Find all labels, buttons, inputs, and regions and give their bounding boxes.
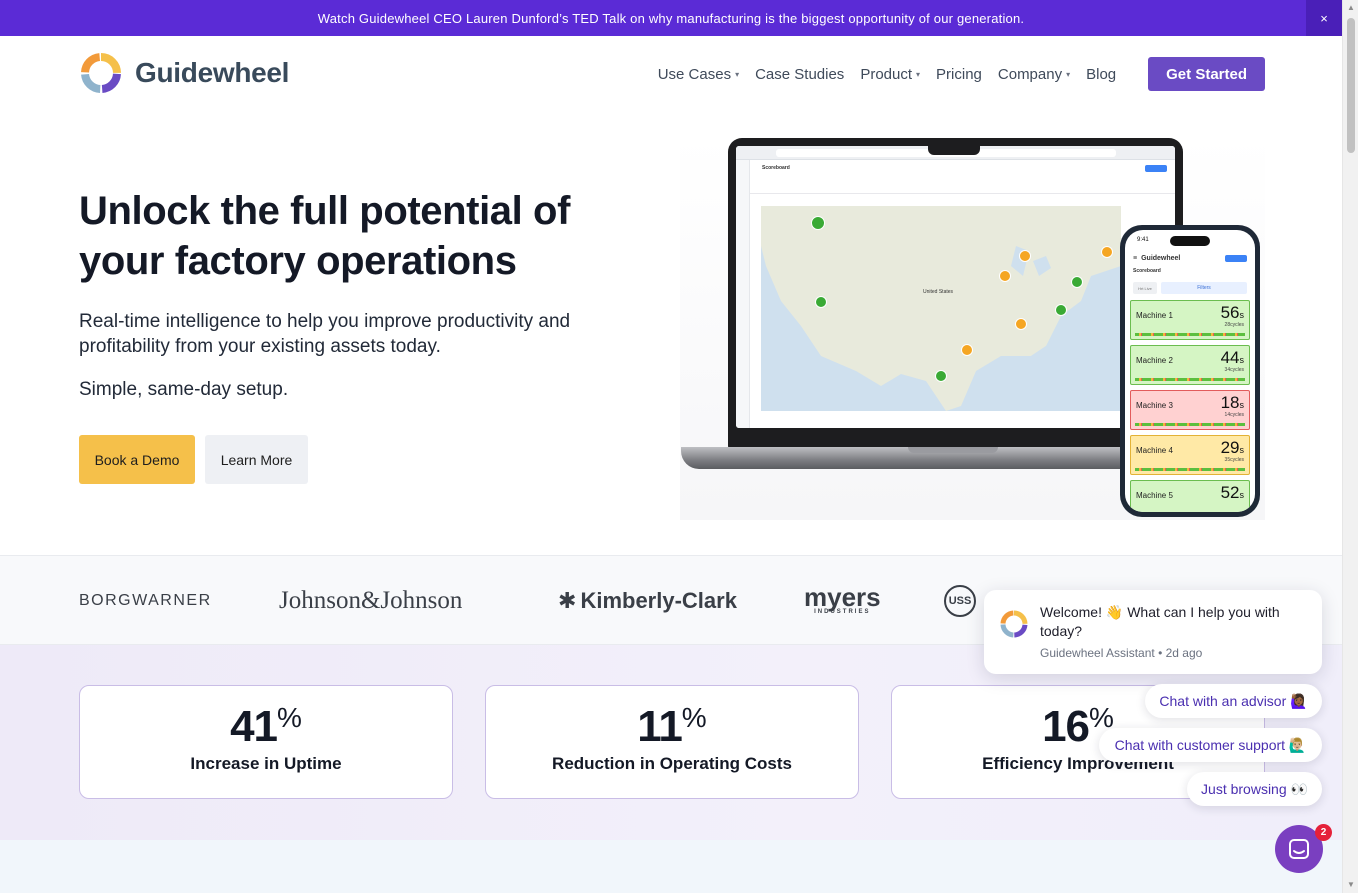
phone-filter-row: Hrt Live Filters <box>1133 282 1247 294</box>
phone-app-name: Guidewheel <box>1141 254 1181 262</box>
hero-subtitle: Real-time intelligence to help you impro… <box>79 311 571 357</box>
stat-card: 41% Increase in Uptime <box>79 685 453 799</box>
machine-name: Machine 2 <box>1136 356 1173 365</box>
nav-label: Use Cases <box>657 65 732 83</box>
stat-label: Increase in Uptime <box>190 754 342 773</box>
nav-use-cases[interactable]: Use Cases ▾ <box>658 66 739 83</box>
announcement-bar[interactable]: Watch Guidewheel CEO Lauren Dunford’s TE… <box>0 0 1342 36</box>
chat-option-advisor[interactable]: Chat with an advisor 🙋🏾‍♀️ <box>1145 684 1322 718</box>
chat-welcome-message: Welcome! 👋 What can I help you with toda… <box>1040 604 1280 639</box>
logo-myers: myers INDUSTRIES <box>804 556 881 646</box>
hero-device-image: Scoreboard United States 9:41 ≡ Guidewhe… <box>680 135 1265 520</box>
logo-johnson-johnson: Johnson&Johnson <box>279 587 463 614</box>
nav-label: Pricing <box>936 65 982 83</box>
chat-option-support[interactable]: Chat with customer support 🙋🏼‍♂️ <box>1099 728 1322 762</box>
stat-card: 11% Reduction in Operating Costs <box>485 685 859 799</box>
announcement-close-button[interactable]: × <box>1306 0 1342 36</box>
machine-card: Machine 1 56s 28cycles <box>1130 300 1250 340</box>
logo-uss: USS <box>944 585 976 617</box>
scroll-up-arrow-icon[interactable]: ▲ <box>1346 3 1356 13</box>
machine-cycles: 14cycles <box>1224 412 1244 418</box>
laptop-screen: Scoreboard United States <box>736 146 1175 428</box>
nav-company[interactable]: Company ▾ <box>998 66 1070 83</box>
phone-app-header: ≡ Guidewheel <box>1133 252 1247 264</box>
machine-value: 44s <box>1220 348 1244 367</box>
phone-filter-tab: Hrt Live <box>1133 282 1157 294</box>
nav-label: Case Studies <box>755 65 845 83</box>
book-demo-button[interactable]: Book a Demo <box>79 435 195 484</box>
phone-mockup: 9:41 ≡ Guidewheel Scoreboard Hrt Live Fi… <box>1120 225 1260 517</box>
logo-kimberly-clark-text: Kimberly-Clark <box>580 588 737 613</box>
scroll-down-arrow-icon[interactable]: ▼ <box>1346 880 1356 890</box>
learn-more-button[interactable]: Learn More <box>205 435 308 484</box>
stat-label: Reduction in Operating Costs <box>552 754 792 773</box>
page: Watch Guidewheel CEO Lauren Dunford’s TE… <box>0 0 1358 893</box>
machine-value: 18s <box>1220 393 1244 412</box>
chat-meta: Guidewheel Assistant • 2d ago <box>1040 646 1203 660</box>
chevron-down-icon: ▾ <box>1066 69 1071 79</box>
map-label: United States <box>923 289 954 295</box>
chevron-down-icon: ▾ <box>735 69 740 79</box>
stat-number: 11% <box>637 702 707 751</box>
machine-value: 52s <box>1220 483 1244 502</box>
dashboard-sidebar <box>736 160 750 428</box>
nav-pricing[interactable]: Pricing <box>936 66 982 83</box>
nav-label: Company <box>997 65 1063 83</box>
main-nav: Use Cases ▾ Case Studies Product ▾ Prici… <box>658 57 1265 91</box>
hamburger-icon: ≡ <box>1133 254 1138 262</box>
machine-value: 29s <box>1220 438 1244 457</box>
machine-name: Machine 1 <box>1136 311 1173 320</box>
phone-section-title: Scoreboard <box>1133 268 1161 274</box>
brand-name: Guidewheel <box>135 57 290 88</box>
logo-kimberly-clark: ✱ Kimberly-Clark <box>558 556 737 646</box>
logo-myers-sub: INDUSTRIES <box>814 609 871 615</box>
machine-cycles: 28cycles <box>1224 322 1244 328</box>
chevron-down-icon: ▾ <box>916 69 921 79</box>
machine-card: Machine 4 29s 35cycles <box>1130 435 1250 475</box>
nav-blog[interactable]: Blog <box>1086 66 1116 83</box>
phone-time: 9:41 <box>1137 237 1149 243</box>
machine-cycles: 35cycles <box>1224 457 1244 463</box>
get-started-button[interactable]: Get Started <box>1148 57 1265 91</box>
phone-filter-label: Filters <box>1161 282 1247 294</box>
machine-cycles: 34cycles <box>1224 367 1244 373</box>
hero-setup-note: Simple, same-day setup. <box>79 379 289 400</box>
nav-label: Blog <box>1086 65 1117 83</box>
machine-name: Machine 5 <box>1136 491 1173 500</box>
page-scrollbar[interactable]: ▲ ▼ <box>1342 0 1358 893</box>
hero-title: Unlock the full potential of your factor… <box>79 189 571 283</box>
machine-card: Machine 3 18s 14cycles <box>1130 390 1250 430</box>
machine-value: 56s <box>1220 303 1244 322</box>
nav-label: Product <box>860 65 913 83</box>
machine-card: Machine 2 44s 34cycles <box>1130 345 1250 385</box>
dashboard-title: Scoreboard <box>762 165 790 171</box>
machine-name: Machine 3 <box>1136 401 1173 410</box>
announcement-text[interactable]: Watch Guidewheel CEO Lauren Dunford’s TE… <box>318 11 1024 26</box>
phone-screen: 9:41 ≡ Guidewheel Scoreboard Hrt Live Fi… <box>1125 230 1255 512</box>
brand-logo[interactable]: Guidewheel <box>79 51 289 95</box>
dashboard-toolbar: Scoreboard <box>750 160 1175 194</box>
logo-myers-text: myers <box>804 582 881 612</box>
usa-map: United States <box>761 206 1121 411</box>
scroll-thumb[interactable] <box>1347 18 1355 153</box>
laptop-mockup: Scoreboard United States <box>728 138 1183 450</box>
stat-number: 41% <box>230 702 302 751</box>
nav-case-studies[interactable]: Case Studies <box>755 66 844 83</box>
nav-product[interactable]: Product ▾ <box>860 66 920 83</box>
chat-welcome-bubble[interactable]: Welcome! 👋 What can I help you with toda… <box>984 590 1322 674</box>
next-section-band <box>0 840 1342 893</box>
chat-option-browsing[interactable]: Just browsing 👀 <box>1187 772 1322 806</box>
machine-name: Machine 4 <box>1136 446 1173 455</box>
chat-icon <box>1289 839 1309 859</box>
assistant-avatar-icon <box>1000 610 1028 638</box>
logo-borgwarner: BORGWARNER <box>79 592 212 609</box>
guidewheel-logo-icon <box>81 53 121 93</box>
chat-unread-badge: 2 <box>1315 824 1332 841</box>
asterisk-icon: ✱ <box>558 588 577 613</box>
machine-card: Machine 5 52s <box>1130 480 1250 512</box>
